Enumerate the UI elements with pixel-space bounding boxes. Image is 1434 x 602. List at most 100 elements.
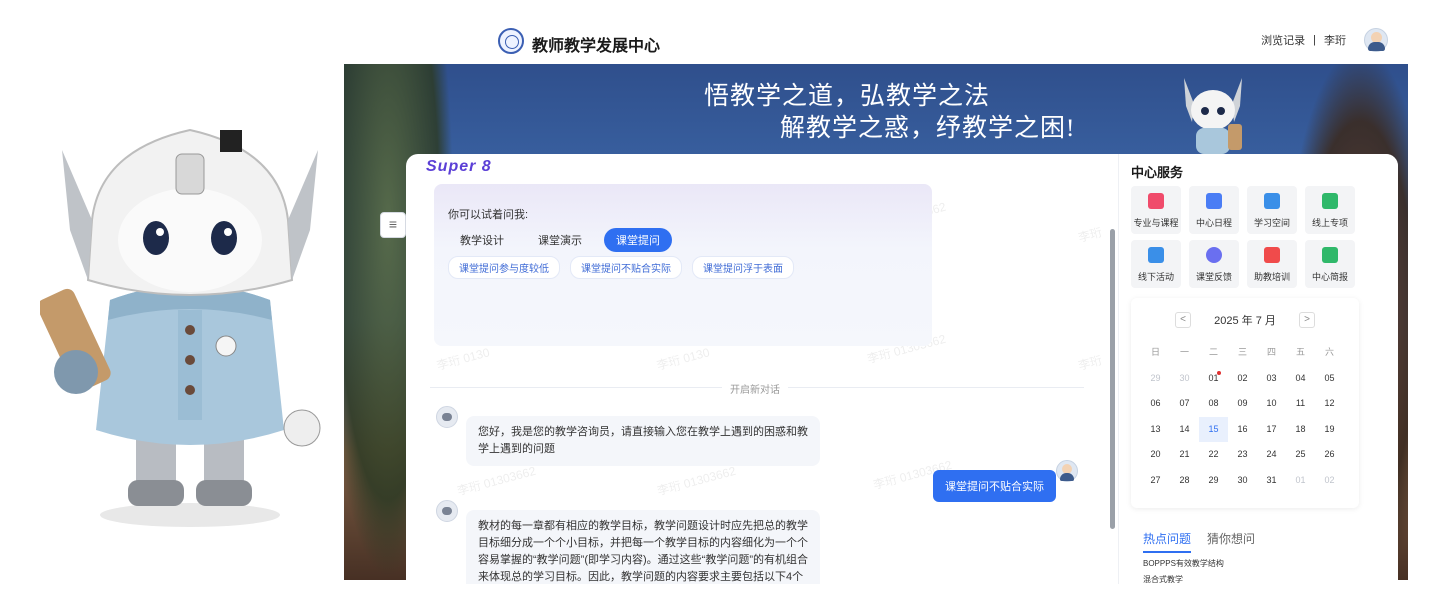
service-offline[interactable]: 线下活动 xyxy=(1131,240,1181,288)
user-area: 浏览记录 | 李珩 xyxy=(1261,28,1388,52)
weekday-header: 二 xyxy=(1208,347,1218,357)
main-panel: Super 8 662 李珩 李珩 0130 李珩 0130 李珩 013036… xyxy=(406,154,1398,584)
bot-avatar xyxy=(436,406,458,428)
service-label: 中心日程 xyxy=(1195,218,1232,228)
weekday-header: 三 xyxy=(1237,347,1247,357)
calendar-day-event[interactable]: 01 xyxy=(1199,366,1228,392)
service-label: 中心简报 xyxy=(1311,272,1348,282)
service-major-course[interactable]: 专业与课程 xyxy=(1131,186,1181,234)
service-feedback[interactable]: 课堂反馈 xyxy=(1189,240,1239,288)
calendar-day[interactable]: 20 xyxy=(1141,442,1170,468)
suggested-question[interactable]: 课堂提问参与度较低 xyxy=(448,256,560,279)
service-ta-training[interactable]: 助教培训 xyxy=(1247,240,1297,288)
calendar-day[interactable]: 26 xyxy=(1315,442,1344,468)
calendar-day[interactable]: 06 xyxy=(1141,391,1170,417)
hot-question-tabs: 热点问题 猜你想问 xyxy=(1143,530,1255,553)
bot-answer-message: 教材的每一章都有相应的教学目标，教学问题设计时应先把总的教学目标细分成一个个小目… xyxy=(466,510,820,584)
suggested-question[interactable]: 课堂提问浮于表面 xyxy=(692,256,794,279)
calendar-day[interactable]: 07 xyxy=(1170,391,1199,417)
watermark: 李珩 xyxy=(1076,225,1104,245)
calendar-day[interactable]: 30 xyxy=(1170,366,1199,392)
category-chip[interactable]: 课堂演示 xyxy=(526,228,594,252)
university-logo-icon[interactable] xyxy=(498,28,524,54)
category-chip-active[interactable]: 课堂提问 xyxy=(604,228,672,252)
history-link[interactable]: 浏览记录 xyxy=(1261,32,1305,48)
chevron-right-icon[interactable]: > xyxy=(1298,312,1315,328)
watermark: 李珩 01303662 xyxy=(455,463,538,499)
calendar-day[interactable]: 14 xyxy=(1170,417,1199,443)
service-label: 线下活动 xyxy=(1137,272,1174,282)
book-icon xyxy=(1322,247,1338,263)
site-title[interactable]: 教师教学发展中心 xyxy=(532,32,660,56)
top-navigation-bar: 教师教学发展中心 浏览记录 | 李珩 xyxy=(344,18,1408,64)
calendar-day[interactable]: 29 xyxy=(1199,468,1228,494)
slogan-line-2: 解教学之惑，纾教学之困! xyxy=(780,115,1076,142)
calendar-day[interactable]: 11 xyxy=(1286,391,1315,417)
calendar-grid: 日 一 二 三 四 五 六 29 30 01 02 03 04 05 06 07… xyxy=(1141,340,1344,493)
calendar-day[interactable]: 21 xyxy=(1170,442,1199,468)
calendar-widget: < 2025 年 7 月 > 日 一 二 三 四 五 六 29 30 01 02… xyxy=(1131,298,1359,508)
calendar-day[interactable]: 04 xyxy=(1286,366,1315,392)
chat-scrollbar[interactable] xyxy=(1110,229,1115,529)
calendar-day[interactable]: 13 xyxy=(1141,417,1170,443)
monitor-icon xyxy=(1264,247,1280,263)
calendar-day[interactable]: 09 xyxy=(1228,391,1257,417)
calendar-day-today[interactable]: 15 xyxy=(1199,416,1228,442)
calendar-day[interactable]: 22 xyxy=(1199,442,1228,468)
calendar-day[interactable]: 28 xyxy=(1170,468,1199,494)
watermark: 李珩 xyxy=(1076,353,1104,373)
services-title: 中心服务 xyxy=(1131,165,1184,180)
tab-guess-questions[interactable]: 猜你想问 xyxy=(1207,530,1255,553)
chevron-left-icon[interactable]: < xyxy=(1175,312,1191,328)
weekday-header: 一 xyxy=(1179,347,1189,357)
service-online[interactable]: 线上专项 xyxy=(1305,186,1355,234)
star-icon xyxy=(1264,193,1280,209)
user-name[interactable]: 李珩 xyxy=(1324,32,1346,48)
calendar-day[interactable]: 10 xyxy=(1257,391,1286,417)
calendar-day[interactable]: 03 xyxy=(1257,366,1286,392)
category-chip[interactable]: 教学设计 xyxy=(448,228,516,252)
hot-question-item[interactable]: BOPPPS有效教学结构 xyxy=(1143,558,1224,569)
super8-brand: Super 8 xyxy=(426,158,492,175)
user-avatar[interactable] xyxy=(1364,28,1388,52)
tab-hot-questions[interactable]: 热点问题 xyxy=(1143,530,1192,553)
calendar-day[interactable]: 12 xyxy=(1315,391,1344,417)
calendar-day[interactable]: 08 xyxy=(1199,391,1228,417)
user-message: 课堂提问不贴合实际 xyxy=(933,470,1056,502)
service-learning-space[interactable]: 学习空间 xyxy=(1247,186,1297,234)
service-label: 线上专项 xyxy=(1311,218,1348,228)
calendar-day[interactable]: 17 xyxy=(1257,417,1286,443)
calendar-day[interactable]: 18 xyxy=(1286,417,1315,443)
calendar-day[interactable]: 31 xyxy=(1257,468,1286,494)
service-label: 助教培训 xyxy=(1253,272,1290,282)
weekday-header: 五 xyxy=(1295,347,1305,357)
calendar-day[interactable]: 01 xyxy=(1286,468,1315,494)
service-briefing[interactable]: 中心简报 xyxy=(1305,240,1355,288)
calendar-icon xyxy=(1206,193,1222,209)
calendar-day[interactable]: 19 xyxy=(1315,417,1344,443)
calendar-day[interactable]: 24 xyxy=(1257,442,1286,468)
calendar-day[interactable]: 25 xyxy=(1286,442,1315,468)
calendar-day[interactable]: 05 xyxy=(1315,366,1344,392)
calendar-day[interactable]: 29 xyxy=(1141,366,1170,392)
menu-toggle-button[interactable]: ≡ xyxy=(380,212,406,238)
calendar-day[interactable]: 23 xyxy=(1228,442,1257,468)
calendar-day[interactable]: 02 xyxy=(1315,468,1344,494)
weekday-header: 四 xyxy=(1266,347,1276,357)
service-schedule[interactable]: 中心日程 xyxy=(1189,186,1239,234)
graduation-icon xyxy=(1148,193,1164,209)
calendar-month-label: 2025 年 7 月 xyxy=(1214,315,1276,327)
slogan-line-1: 悟教学之道，弘教学之法 xyxy=(704,83,991,110)
calendar-day[interactable]: 30 xyxy=(1228,468,1257,494)
hot-question-item[interactable]: 混合式教学 xyxy=(1143,574,1183,584)
calendar-day[interactable]: 02 xyxy=(1228,366,1257,392)
robot-mascot-illustration xyxy=(40,128,321,527)
service-label: 专业与课程 xyxy=(1133,218,1179,228)
weekday-header: 六 xyxy=(1324,347,1334,357)
user-chat-avatar xyxy=(1056,460,1078,482)
new-conversation-label[interactable]: 开启新对话 xyxy=(722,381,788,396)
suggested-questions: 课堂提问参与度较低 课堂提问不贴合实际 课堂提问浮于表面 xyxy=(448,256,794,279)
suggested-question[interactable]: 课堂提问不贴合实际 xyxy=(570,256,682,279)
calendar-day[interactable]: 27 xyxy=(1141,468,1170,494)
calendar-day[interactable]: 16 xyxy=(1228,417,1257,443)
